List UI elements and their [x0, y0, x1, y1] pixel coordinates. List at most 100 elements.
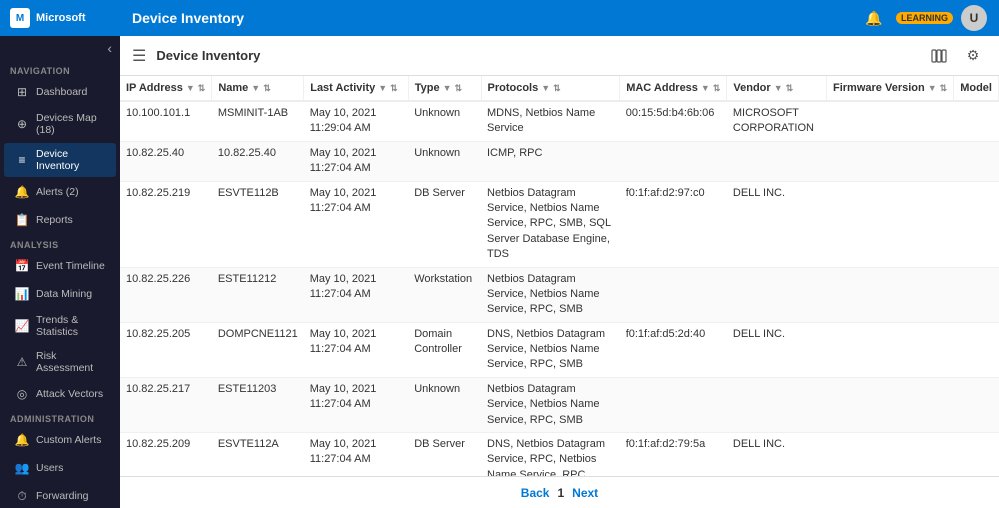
table-wrapper: IP Address ▼ ⇅ Name ▼ ⇅ [120, 76, 999, 476]
sidebar-item-users-label: Users [36, 462, 63, 474]
main-area: Device Inventory 🔔 LEARNING U ☰ Device I… [120, 0, 999, 508]
cell-model [954, 433, 999, 476]
sidebar-item-dashboard-label: Dashboard [36, 86, 87, 98]
cell-protocols: DNS, Netbios Datagram Service, Netbios N… [481, 322, 620, 377]
table-row[interactable]: 10.82.25.219 ESVTE112B May 10, 2021 11:2… [120, 181, 999, 267]
vendor-filter-icon[interactable]: ▼ [774, 83, 783, 93]
columns-button[interactable] [925, 42, 953, 70]
reports-icon: 📋 [14, 212, 30, 228]
sidebar-item-risk-label: Risk Assessment [36, 350, 106, 374]
sidebar-item-devices-map-label: Devices Map (18) [36, 112, 106, 136]
sidebar-back: ‹ [0, 36, 120, 60]
sidebar-item-custom-alerts[interactable]: 🔔 Custom Alerts [4, 427, 116, 453]
sidebar-item-alerts-label: Alerts (2) [36, 186, 79, 198]
learning-badge: LEARNING [896, 12, 953, 24]
sidebar-item-device-inventory[interactable]: ≡ Device Inventory [4, 143, 116, 177]
cell-last-activity: May 10, 2021 11:29:04 AM [304, 101, 408, 141]
topbar-icons: 🔔 LEARNING U [860, 4, 987, 32]
sidebar-item-trends-label: Trends & Statistics [36, 314, 106, 338]
cell-protocols: Netbios Datagram Service, Netbios Name S… [481, 377, 620, 432]
ip-filter-icon[interactable]: ▼ [186, 83, 195, 93]
sidebar-item-risk-assessment[interactable]: ⚠ Risk Assessment [4, 345, 116, 379]
cell-vendor [727, 267, 827, 322]
name-sort-icon[interactable]: ⇅ [263, 83, 271, 94]
cell-model [954, 101, 999, 141]
menu-icon[interactable]: ☰ [132, 46, 146, 66]
sidebar-item-reports[interactable]: 📋 Reports [4, 207, 116, 233]
col-mac-address: MAC Address ▼ ⇅ [620, 76, 727, 101]
trends-icon: 📈 [14, 318, 30, 334]
table-row[interactable]: 10.82.25.209 ESVTE112A May 10, 2021 11:2… [120, 433, 999, 476]
cell-type: DB Server [408, 433, 481, 476]
sidebar-logo: M Microsoft [0, 0, 120, 36]
back-button[interactable]: ‹ [107, 40, 112, 56]
type-filter-icon[interactable]: ▼ [443, 83, 452, 93]
sidebar-item-users[interactable]: 👥 Users [4, 455, 116, 481]
sidebar-item-trends[interactable]: 📈 Trends & Statistics [4, 309, 116, 343]
sidebar: M Microsoft ‹ NAVIGATION ⊞ Dashboard ⊕ D… [0, 0, 120, 508]
risk-icon: ⚠ [14, 354, 30, 370]
sidebar-item-reports-label: Reports [36, 214, 73, 226]
cell-vendor: DELL INC. [727, 181, 827, 267]
type-sort-icon[interactable]: ⇅ [454, 83, 462, 94]
table-row[interactable]: 10.82.25.205 DOMPCNE1121 May 10, 2021 11… [120, 322, 999, 377]
cell-type: Unknown [408, 377, 481, 432]
table-row[interactable]: 10.82.25.217 ESTE11203 May 10, 2021 11:2… [120, 377, 999, 432]
protocols-sort-icon[interactable]: ⇅ [553, 83, 561, 94]
back-page-button[interactable]: Back [521, 486, 550, 500]
table-body: 10.100.101.1 MSMINIT-1AB May 10, 2021 11… [120, 101, 999, 476]
cell-firmware [827, 267, 954, 322]
cell-ip: 10.82.25.40 [120, 141, 212, 181]
cell-firmware [827, 377, 954, 432]
table-row[interactable]: 10.82.25.40 10.82.25.40 May 10, 2021 11:… [120, 141, 999, 181]
cell-last-activity: May 10, 2021 11:27:04 AM [304, 322, 408, 377]
event-timeline-icon: 📅 [14, 258, 30, 274]
sidebar-item-data-mining[interactable]: 📊 Data Mining [4, 281, 116, 307]
sidebar-item-alerts[interactable]: 🔔 Alerts (2) [4, 179, 116, 205]
protocols-filter-icon[interactable]: ▼ [541, 83, 550, 93]
sidebar-item-devices-map[interactable]: ⊕ Devices Map (18) [4, 107, 116, 141]
content-header-title: Device Inventory [156, 48, 925, 63]
sidebar-logo-text: Microsoft [36, 12, 86, 24]
content-header: ☰ Device Inventory ⚙ [120, 36, 999, 76]
vendor-sort-icon[interactable]: ⇅ [786, 83, 794, 94]
cell-name: 10.82.25.40 [212, 141, 304, 181]
users-icon: 👥 [14, 460, 30, 476]
firmware-filter-icon[interactable]: ▼ [928, 83, 937, 93]
sidebar-item-event-timeline[interactable]: 📅 Event Timeline [4, 253, 116, 279]
administration-section-label: ADMINISTRATION [0, 408, 120, 426]
cell-type: Unknown [408, 101, 481, 141]
firmware-sort-icon[interactable]: ⇅ [940, 83, 948, 94]
sidebar-item-attack-vectors[interactable]: ◎ Attack Vectors [4, 381, 116, 407]
settings-button[interactable]: ⚙ [959, 42, 987, 70]
cell-last-activity: May 10, 2021 11:27:04 AM [304, 377, 408, 432]
last-activity-sort-icon[interactable]: ⇅ [390, 83, 398, 94]
table-row[interactable]: 10.82.25.226 ESTE11212 May 10, 2021 11:2… [120, 267, 999, 322]
cell-mac [620, 267, 727, 322]
cell-firmware [827, 101, 954, 141]
cell-vendor: DELL INC. [727, 433, 827, 476]
topbar: Device Inventory 🔔 LEARNING U [120, 0, 999, 36]
cell-vendor [727, 377, 827, 432]
ip-sort-icon[interactable]: ⇅ [198, 83, 206, 94]
cell-type: Workstation [408, 267, 481, 322]
table-row[interactable]: 10.100.101.1 MSMINIT-1AB May 10, 2021 11… [120, 101, 999, 141]
mac-filter-icon[interactable]: ▼ [701, 83, 710, 93]
cell-mac: f0:1f:af:d2:79:5a [620, 433, 727, 476]
next-page-button[interactable]: Next [572, 486, 598, 500]
col-last-activity: Last Activity ▼ ⇅ [304, 76, 408, 101]
cell-name: ESVTE112A [212, 433, 304, 476]
sidebar-item-forwarding[interactable]: ⏱ Forwarding [4, 483, 116, 508]
cell-ip: 10.82.25.219 [120, 181, 212, 267]
name-filter-icon[interactable]: ▼ [251, 83, 260, 93]
mac-sort-icon[interactable]: ⇅ [713, 83, 721, 94]
cell-name: DOMPCNE1121 [212, 322, 304, 377]
cell-last-activity: May 10, 2021 11:27:04 AM [304, 267, 408, 322]
last-activity-filter-icon[interactable]: ▼ [378, 83, 387, 93]
notifications-icon[interactable]: 🔔 [860, 4, 888, 32]
user-avatar[interactable]: U [961, 5, 987, 31]
col-type: Type ▼ ⇅ [408, 76, 481, 101]
data-mining-icon: 📊 [14, 286, 30, 302]
cell-last-activity: May 10, 2021 11:27:04 AM [304, 141, 408, 181]
sidebar-item-dashboard[interactable]: ⊞ Dashboard [4, 79, 116, 105]
